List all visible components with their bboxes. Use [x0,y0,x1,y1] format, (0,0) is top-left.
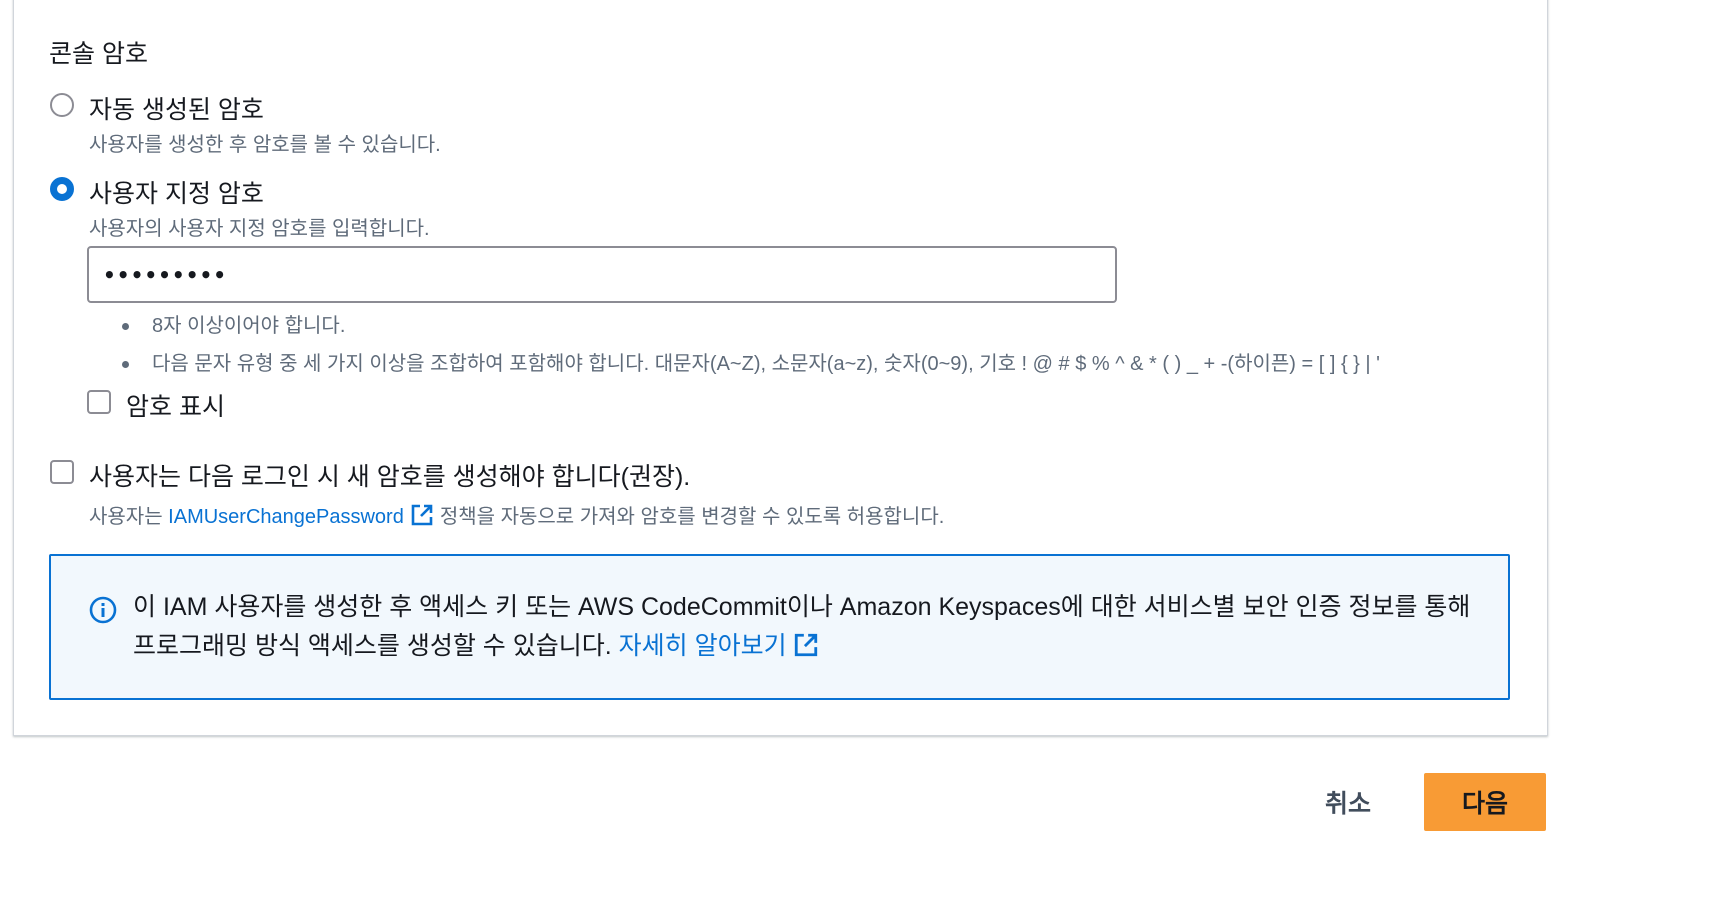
password-rule: 8자 이상이어야 합니다. [118,312,1380,350]
password-rules-list: 8자 이상이어야 합니다. 다음 문자 유형 중 세 가지 이상을 조합하여 포… [118,312,1380,388]
description-prefix: 사용자는 [89,506,163,528]
external-link-icon[interactable] [793,632,819,658]
show-password-label[interactable]: 암호 표시 [126,387,225,423]
learn-more-link[interactable]: 자세히 알아보기 [619,632,787,660]
option-custom-password-label[interactable]: 사용자 지정 암호 [89,174,264,210]
info-text: 이 IAM 사용자를 생성한 후 액세스 키 또는 AWS CodeCommit… [133,588,1483,666]
require-password-reset-label[interactable]: 사용자는 다음 로그인 시 새 암호를 생성해야 합니다(권장). [89,457,690,493]
option-auto-generated-description: 사용자를 생성한 후 암호를 볼 수 있습니다. [89,134,441,156]
radio-custom-password[interactable] [50,177,74,201]
option-custom-password-description: 사용자의 사용자 지정 암호를 입력합니다. [89,218,430,240]
custom-password-input[interactable] [87,246,1117,303]
policy-link[interactable]: IAMUserChangePassword [168,506,404,528]
password-rule: 다음 문자 유형 중 세 가지 이상을 조합하여 포함해야 합니다. 대문자(A… [118,350,1380,388]
bullet-icon [122,361,129,368]
bullet-icon [122,323,129,330]
show-password-checkbox[interactable] [87,390,111,414]
external-link-icon[interactable] [410,503,434,527]
password-rule-text: 8자 이상이어야 합니다. [152,315,346,337]
section-title: 콘솔 암호 [49,40,148,68]
radio-auto-generated[interactable] [50,93,74,117]
password-rule-text: 다음 문자 유형 중 세 가지 이상을 조합하여 포함해야 합니다. 대문자(A… [152,353,1380,375]
require-password-reset-checkbox[interactable] [50,460,74,484]
description-suffix: 정책을 자동으로 가져와 암호를 변경할 수 있도록 허용합니다. [439,506,945,528]
next-button[interactable]: 다음 [1424,773,1546,831]
cancel-button[interactable]: 취소 [1300,773,1396,831]
info-icon [89,596,117,624]
require-password-reset-description: 사용자는 IAMUserChangePassword 정책을 자동으로 가져와 암… [89,500,944,529]
info-alert: 이 IAM 사용자를 생성한 후 액세스 키 또는 AWS CodeCommit… [49,554,1510,700]
option-auto-generated-label[interactable]: 자동 생성된 암호 [89,90,264,126]
